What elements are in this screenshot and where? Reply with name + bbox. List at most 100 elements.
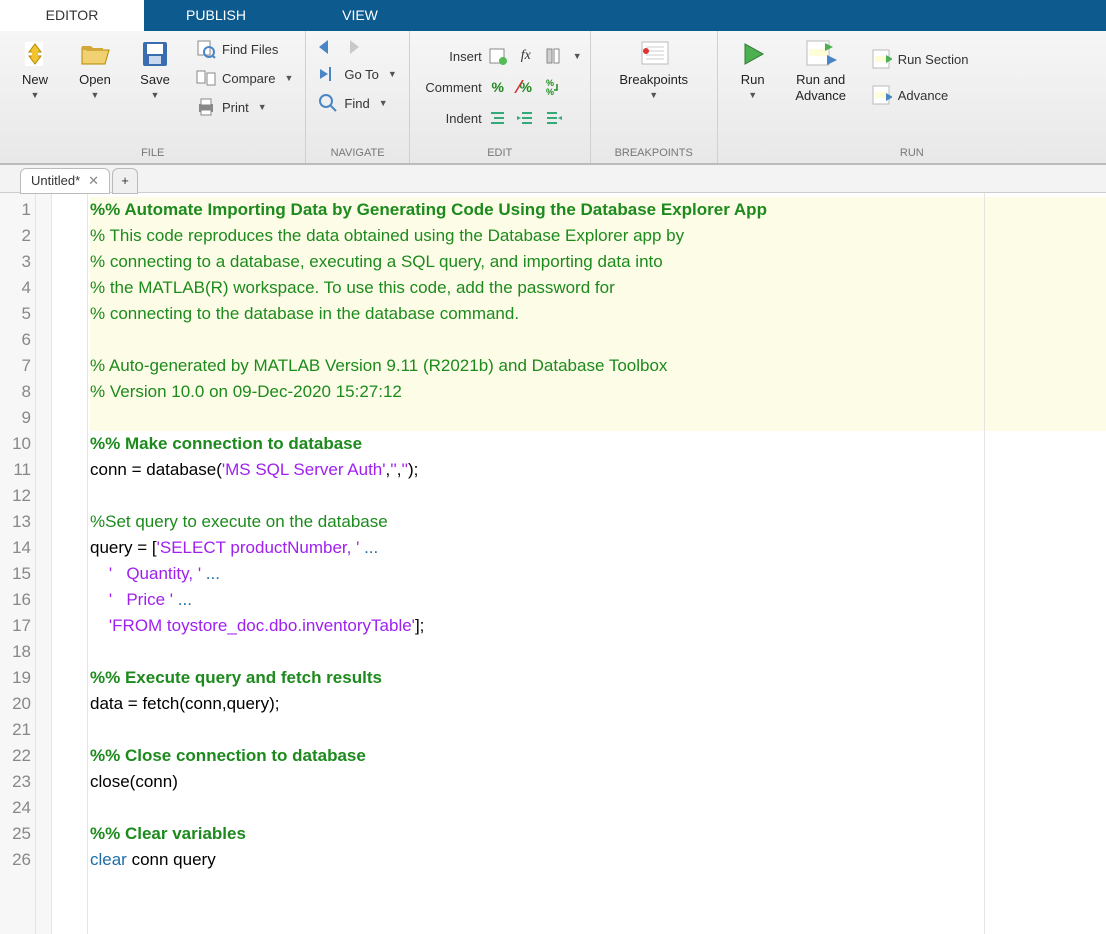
group-breakpoints-label: BREAKPOINTS	[599, 143, 709, 163]
code-l25: %% Clear variables	[90, 824, 246, 843]
run-advance-button[interactable]: Run and Advance	[786, 36, 856, 105]
line-num: 12	[0, 483, 31, 509]
insert-label: Insert	[418, 49, 482, 64]
comment-label: Comment	[418, 80, 482, 95]
code-l1: %% Automate Importing Data by Generating…	[90, 200, 767, 219]
line-num: 14	[0, 535, 31, 561]
find-label: Find	[344, 96, 369, 111]
save-button[interactable]: Save▼	[128, 36, 182, 102]
line-num: 3	[0, 249, 31, 275]
line-num: 8	[0, 379, 31, 405]
code-l16c: ...	[173, 590, 192, 609]
line-num: 22	[0, 743, 31, 769]
line-num: 9	[0, 405, 31, 431]
add-doc-button[interactable]: +	[112, 168, 138, 194]
code-l20: data = fetch(conn,query);	[90, 694, 279, 713]
run-section-icon	[872, 49, 892, 69]
print-icon	[196, 97, 216, 117]
group-edit-label: EDIT	[418, 143, 582, 163]
compare-button[interactable]: Compare▼	[192, 65, 297, 91]
line-num: 10	[0, 431, 31, 457]
doc-tab-untitled[interactable]: Untitled* ✕	[20, 168, 110, 194]
right-rule	[984, 193, 985, 934]
find-files-button[interactable]: Find Files	[192, 36, 297, 62]
advance-icon	[872, 85, 892, 105]
breakpoint-strip[interactable]	[52, 193, 88, 934]
advance-button[interactable]: Advance	[868, 82, 973, 108]
code-l15a	[90, 564, 109, 583]
find-files-label: Find Files	[222, 42, 278, 57]
ribbon: New▼ Open▼ Save▼ Find Files Compare▼ Pri…	[0, 31, 1106, 165]
line-num: 20	[0, 691, 31, 717]
insert-section-button[interactable]	[486, 45, 510, 67]
comment-remove-button[interactable]: %⁄	[514, 76, 538, 98]
find-button[interactable]: Find▼	[314, 90, 400, 116]
line-num: 25	[0, 821, 31, 847]
breakpoints-button[interactable]: Breakpoints▼	[609, 36, 699, 102]
line-num: 17	[0, 613, 31, 639]
indent-left-button[interactable]	[542, 107, 566, 129]
new-icon	[19, 38, 51, 70]
tab-view[interactable]: VIEW	[288, 0, 432, 31]
indent-auto-button[interactable]	[486, 107, 510, 129]
code-l10: %% Make connection to database	[90, 434, 362, 453]
compare-label: Compare	[222, 71, 275, 86]
line-num: 2	[0, 223, 31, 249]
plus-icon: +	[121, 173, 129, 188]
code-l2: % This code reproduces the data obtained…	[90, 226, 684, 245]
run-label: Run	[741, 72, 765, 88]
code-area[interactable]: %% Automate Importing Data by Generating…	[88, 193, 1106, 934]
print-button[interactable]: Print▼	[192, 94, 297, 120]
group-run: Run▼ Run and Advance Run Section Advance…	[718, 31, 1106, 163]
save-icon	[139, 38, 171, 70]
close-icon[interactable]: ✕	[88, 173, 99, 189]
back-button[interactable]	[314, 36, 338, 58]
code-l14a: query = [	[90, 538, 157, 557]
group-navigate-label: NAVIGATE	[314, 143, 400, 163]
group-file-label: FILE	[8, 143, 297, 163]
line-num: 15	[0, 561, 31, 587]
line-num: 4	[0, 275, 31, 301]
code-l16b: ' Price '	[109, 590, 173, 609]
indent-label: Indent	[418, 111, 482, 126]
code-l22: %% Close connection to database	[90, 746, 366, 765]
insert-fx-button[interactable]: fx	[514, 45, 538, 67]
doc-title: Untitled*	[31, 173, 80, 188]
goto-icon	[318, 64, 338, 84]
svg-text:%: %	[546, 87, 554, 96]
run-icon	[737, 38, 769, 70]
breakpoints-icon	[638, 38, 670, 70]
line-num: 7	[0, 353, 31, 379]
line-num: 11	[0, 457, 31, 483]
group-file: New▼ Open▼ Save▼ Find Files Compare▼ Pri…	[0, 31, 306, 163]
forward-button[interactable]	[342, 36, 366, 58]
open-icon	[79, 38, 111, 70]
breakpoints-label: Breakpoints	[619, 72, 688, 88]
tab-editor[interactable]: EDITOR	[0, 0, 144, 31]
code-l15c: ...	[201, 564, 220, 583]
new-button[interactable]: New▼	[8, 36, 62, 102]
goto-label: Go To	[344, 67, 378, 82]
tab-publish[interactable]: PUBLISH	[144, 0, 288, 31]
new-label: New	[22, 72, 48, 88]
comment-wrap-button[interactable]: %%	[542, 76, 566, 98]
goto-button[interactable]: Go To▼	[314, 61, 400, 87]
line-num: 13	[0, 509, 31, 535]
code-l17c: ];	[415, 616, 424, 635]
run-button[interactable]: Run▼	[726, 36, 780, 102]
run-section-button[interactable]: Run Section	[868, 46, 973, 72]
find-icon	[318, 93, 338, 113]
code-l17a	[90, 616, 109, 635]
group-edit: Insert fx ▼ Comment % %⁄ %% Indent	[410, 31, 591, 163]
open-button[interactable]: Open▼	[68, 36, 122, 102]
insert-column-button[interactable]	[542, 45, 566, 67]
comment-add-button[interactable]: %	[486, 76, 510, 98]
line-num: 26	[0, 847, 31, 873]
code-l26b: conn query	[132, 850, 216, 869]
line-num: 21	[0, 717, 31, 743]
line-num: 1	[0, 197, 31, 223]
indent-right-button[interactable]	[514, 107, 538, 129]
insert-dropdown[interactable]: ▼	[573, 51, 582, 61]
line-num: 16	[0, 587, 31, 613]
code-l7: % Auto-generated by MATLAB Version 9.11 …	[90, 356, 667, 375]
